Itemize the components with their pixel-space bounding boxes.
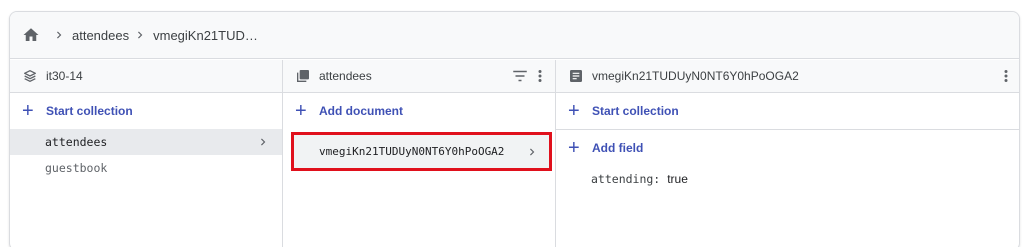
field-value: true — [667, 172, 688, 186]
add-document-button[interactable]: + Add document — [283, 93, 555, 129]
collection-column-header: attendees — [283, 60, 555, 93]
home-icon[interactable] — [22, 26, 40, 44]
collection-title: attendees — [319, 69, 372, 83]
chevron-right-icon — [52, 28, 66, 42]
add-field-label: Add field — [592, 141, 644, 155]
filter-icon[interactable] — [511, 67, 529, 85]
start-collection-button[interactable]: + Start collection — [10, 93, 282, 129]
field-key: attending: — [591, 172, 661, 186]
firestore-icon — [22, 68, 38, 84]
collection-column: attendees + Add document vmegiKn21TUDUyN… — [283, 60, 556, 247]
collection-item-attendees[interactable]: attendees — [10, 129, 282, 155]
project-column: it30-14 + Start collection attendees gue… — [10, 60, 283, 247]
plus-icon: + — [295, 100, 307, 122]
collection-icon — [295, 68, 311, 84]
start-collection-label: Start collection — [46, 104, 133, 118]
chevron-right-icon — [133, 28, 147, 42]
chevron-right-icon — [525, 145, 539, 159]
chevron-right-icon — [256, 135, 270, 149]
add-field-button[interactable]: + Add field — [556, 130, 1019, 166]
project-column-header: it30-14 — [10, 60, 282, 93]
plus-icon: + — [568, 137, 580, 159]
document-item-selected[interactable]: vmegiKn21TUDUyN0NT6Y0hPoOGA2 — [291, 132, 552, 171]
collection-item-guestbook[interactable]: guestbook — [10, 155, 282, 181]
project-title: it30-14 — [46, 69, 83, 83]
breadcrumb-item-collection[interactable]: attendees — [72, 28, 129, 43]
document-column: vmegiKn21TUDUyN0NT6Y0hPoOGA2 + Start col… — [556, 60, 1019, 247]
add-document-label: Add document — [319, 104, 403, 118]
breadcrumb: attendees vmegiKn21TUD… — [10, 12, 1019, 59]
breadcrumb-item-document[interactable]: vmegiKn21TUD… — [153, 28, 258, 43]
plus-icon: + — [568, 100, 580, 122]
document-column-header: vmegiKn21TUDUyN0NT6Y0hPoOGA2 — [556, 60, 1019, 93]
start-subcollection-label: Start collection — [592, 104, 679, 118]
collection-item-label: guestbook — [45, 161, 108, 175]
plus-icon: + — [22, 100, 34, 122]
document-title: vmegiKn21TUDUyN0NT6Y0hPoOGA2 — [592, 69, 799, 83]
document-icon — [568, 68, 584, 84]
document-item-label: vmegiKn21TUDUyN0NT6Y0hPoOGA2 — [319, 145, 505, 158]
more-vert-icon[interactable] — [535, 67, 545, 85]
firestore-data-panel: attendees vmegiKn21TUD… it30-14 + Start … — [9, 11, 1020, 247]
collection-item-label: attendees — [45, 135, 108, 149]
start-subcollection-button[interactable]: + Start collection — [556, 93, 1019, 129]
more-vert-icon[interactable] — [1001, 67, 1011, 85]
field-row[interactable]: attending: true — [556, 172, 1019, 186]
